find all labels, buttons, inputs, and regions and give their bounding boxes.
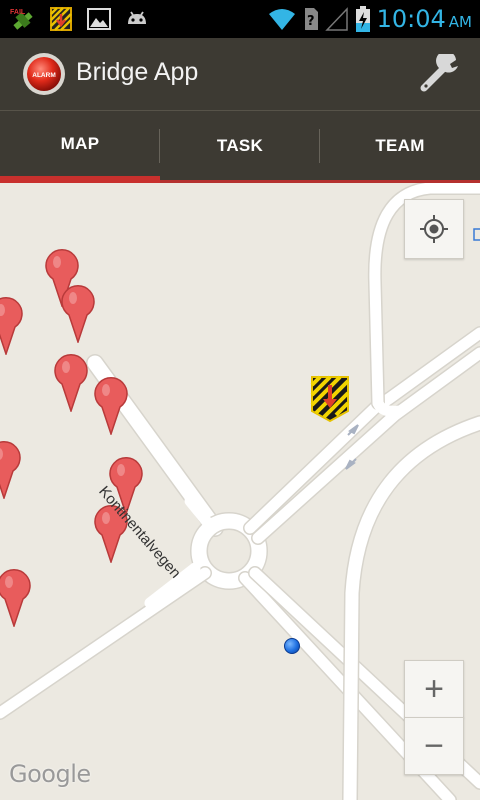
no-sim-icon: ? — [304, 8, 318, 30]
action-bar: ALARM Bridge App — [0, 38, 480, 111]
red-pin[interactable] — [0, 441, 22, 499]
zoom-out-button[interactable]: − — [404, 717, 464, 775]
alarm-app-icon[interactable]: ALARM — [22, 52, 66, 96]
crosshair-icon — [420, 215, 448, 243]
tab-map[interactable]: MAP — [0, 111, 160, 183]
current-location-dot — [284, 638, 300, 654]
tab-team-label: TEAM — [375, 135, 425, 155]
hazard-notification-icon — [50, 7, 72, 31]
app-title: Bridge App — [76, 58, 199, 86]
wifi-icon — [268, 9, 295, 30]
signal-icon — [324, 7, 348, 31]
red-pin[interactable] — [60, 285, 96, 343]
image-icon — [87, 8, 111, 30]
google-attribution: Google — [9, 760, 91, 788]
android-icon — [128, 11, 146, 24]
tab-task-label: TASK — [216, 135, 264, 155]
tab-map-label: MAP — [60, 133, 100, 153]
minus-icon: − — [424, 726, 444, 765]
fail-badge: FAIL — [10, 9, 26, 16]
map-view[interactable]: Kontinentalvegen + − Google — [0, 183, 480, 800]
svg-text:?: ? — [307, 14, 315, 29]
clock: 10:04 AM — [377, 5, 472, 33]
plus-icon: + — [424, 669, 444, 708]
fail-satellite-icon: FAIL — [10, 9, 33, 30]
clock-time: 10:04 — [376, 5, 446, 33]
hazard-marker-icon[interactable] — [310, 375, 350, 423]
tab-task[interactable]: TASK — [160, 111, 320, 183]
tab-bar: MAP TASK TEAM — [0, 111, 480, 183]
clock-ampm: AM — [448, 13, 472, 31]
battery-charging-icon — [355, 6, 370, 32]
alarm-label: ALARM — [32, 72, 55, 79]
red-pin[interactable] — [93, 377, 129, 435]
tab-team[interactable]: TEAM — [320, 111, 480, 183]
system-icons: ? 10:04 AM — [267, 0, 472, 38]
wrench-icon[interactable] — [418, 54, 464, 94]
red-pin[interactable] — [0, 569, 32, 627]
notification-icons: FAIL — [10, 5, 150, 33]
red-pin[interactable] — [53, 354, 89, 412]
status-bar: FAIL ? 10:04 AM — [0, 0, 480, 38]
red-pin[interactable] — [0, 297, 24, 355]
my-location-button[interactable] — [404, 199, 464, 259]
zoom-in-button[interactable]: + — [404, 660, 464, 718]
